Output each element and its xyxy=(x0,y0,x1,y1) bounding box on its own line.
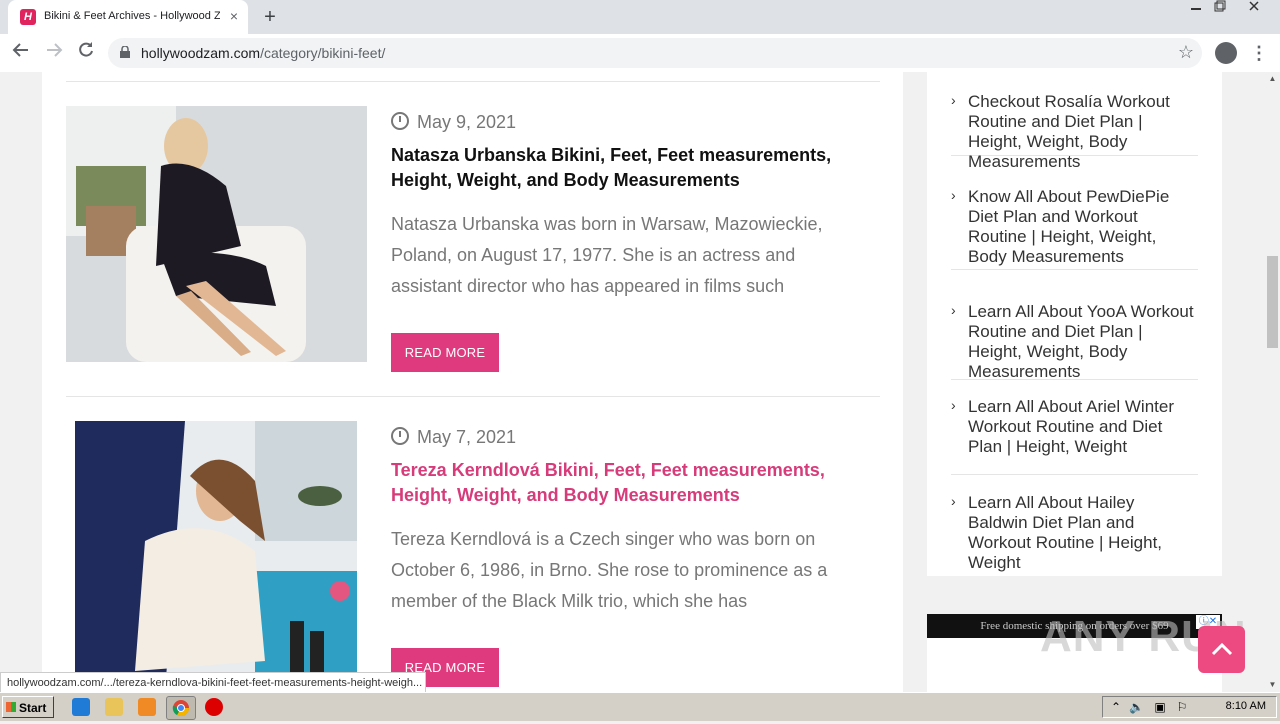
lock-icon xyxy=(120,46,130,58)
tray-expand-icon[interactable]: ⌃ xyxy=(1109,700,1123,714)
start-button[interactable]: Start xyxy=(2,696,54,718)
sidebar-item-label[interactable]: Learn All About Ariel Winter Workout Rou… xyxy=(968,397,1198,457)
chevron-right-icon: › xyxy=(951,187,956,203)
scroll-to-top-button[interactable] xyxy=(1198,626,1245,673)
post-date: May 9, 2021 xyxy=(391,112,516,133)
main-content: May 9, 2021 Natasza Urbanska Bikini, Fee… xyxy=(42,72,903,692)
new-tab-button[interactable]: + xyxy=(258,6,282,28)
sidebar-item-label[interactable]: Know All About PewDiePie Diet Plan and W… xyxy=(968,187,1198,267)
action-center-flag-icon[interactable]: ⚐ xyxy=(1175,700,1189,714)
network-icon[interactable]: ▣ xyxy=(1153,700,1167,714)
url-path: /category/bikini-feet/ xyxy=(260,45,386,61)
folder-icon[interactable] xyxy=(105,698,123,716)
sidebar-item[interactable]: › Learn All About YooA Workout Routine a… xyxy=(951,302,1198,382)
chrome-taskbar-button[interactable] xyxy=(166,696,196,720)
divider xyxy=(66,396,880,397)
back-arrow-icon[interactable] xyxy=(9,41,33,65)
tab-close-icon[interactable]: × xyxy=(226,8,242,24)
windows-taskbar: Start ⌃ 🔈 ▣ ⚐ 8:10 AM xyxy=(0,692,1280,721)
kebab-menu-icon[interactable]: ⋮ xyxy=(1250,42,1268,64)
forward-arrow-icon[interactable] xyxy=(42,41,66,65)
tab-title: Bikini & Feet Archives - Hollywood Z xyxy=(44,10,220,22)
scrollbar-thumb[interactable] xyxy=(1267,256,1278,348)
sidebar-item[interactable]: › Learn All About Hailey Baldwin Diet Pl… xyxy=(951,493,1198,572)
browser-toolbar: hollywoodzam.com/category/bikini-feet/ ☆… xyxy=(0,34,1280,73)
sidebar-recent-posts: › Checkout Rosalía Workout Routine and D… xyxy=(927,72,1222,576)
chevron-right-icon: › xyxy=(951,493,956,509)
sidebar-item[interactable]: › Know All About PewDiePie Diet Plan and… xyxy=(951,187,1198,270)
security-app-icon[interactable] xyxy=(205,698,223,716)
volume-icon[interactable]: 🔈 xyxy=(1129,700,1144,714)
sidebar-item[interactable]: › Checkout Rosalía Workout Routine and D… xyxy=(951,92,1198,171)
scroll-down-icon[interactable]: ▼ xyxy=(1265,678,1280,692)
bookmark-star-icon[interactable]: ☆ xyxy=(1178,42,1194,63)
scroll-up-icon[interactable]: ▲ xyxy=(1265,72,1280,86)
post-date-text: May 7, 2021 xyxy=(417,427,517,447)
ie-icon[interactable] xyxy=(72,698,90,716)
clock-icon xyxy=(391,112,409,130)
profile-avatar-icon[interactable] xyxy=(1215,42,1237,64)
page-scrollbar[interactable]: ▲ ▼ xyxy=(1265,72,1280,692)
link-status-bar: hollywoodzam.com/.../tereza-kerndlova-bi… xyxy=(0,672,426,694)
chevron-right-icon: › xyxy=(951,92,956,108)
sidebar-item-label[interactable]: Learn All About YooA Workout Routine and… xyxy=(968,302,1198,382)
post-thumbnail[interactable] xyxy=(66,106,367,362)
url-host: hollywoodzam.com xyxy=(141,45,261,61)
taskbar-clock[interactable]: 8:10 AM xyxy=(1226,700,1266,712)
sidebar-item-label[interactable]: Learn All About Hailey Baldwin Diet Plan… xyxy=(968,493,1198,573)
browser-tab[interactable]: H Bikini & Feet Archives - Hollywood Z × xyxy=(8,0,248,34)
minimize-icon[interactable] xyxy=(1184,0,1208,18)
address-bar[interactable]: hollywoodzam.com/category/bikini-feet/ ☆ xyxy=(108,38,1202,68)
browser-tab-strip: H Bikini & Feet Archives - Hollywood Z ×… xyxy=(0,0,1280,34)
chevron-right-icon: › xyxy=(951,397,956,413)
read-more-button[interactable]: READ MORE xyxy=(391,333,499,372)
address-url: hollywoodzam.com/category/bikini-feet/ xyxy=(141,45,385,61)
system-tray: ⌃ 🔈 ▣ ⚐ 8:10 AM xyxy=(1102,696,1277,718)
post-date-text: May 9, 2021 xyxy=(417,112,517,132)
post-excerpt: Tereza Kerndlová is a Czech singer who w… xyxy=(391,529,828,611)
chevron-right-icon: › xyxy=(951,302,956,318)
close-window-icon[interactable] xyxy=(1242,0,1266,18)
reload-icon[interactable] xyxy=(74,41,98,65)
media-player-icon[interactable] xyxy=(138,698,156,716)
page-viewport: May 9, 2021 Natasza Urbanska Bikini, Fee… xyxy=(0,72,1265,692)
divider xyxy=(66,81,880,82)
sidebar-item-label[interactable]: Checkout Rosalía Workout Routine and Die… xyxy=(968,92,1198,172)
sidebar-item[interactable]: › Learn All About Ariel Winter Workout R… xyxy=(951,397,1198,475)
post-thumbnail[interactable] xyxy=(75,421,357,692)
post-title[interactable]: Tereza Kerndlová Bikini, Feet, Feet meas… xyxy=(391,458,883,508)
post-excerpt: Natasza Urbanska was born in Warsaw, Maz… xyxy=(391,214,823,296)
clock-icon xyxy=(391,427,409,445)
post-date: May 7, 2021 xyxy=(391,427,516,448)
site-favicon-icon: H xyxy=(20,9,36,25)
restore-icon[interactable] xyxy=(1208,0,1232,18)
post-title[interactable]: Natasza Urbanska Bikini, Feet, Feet meas… xyxy=(391,143,883,193)
